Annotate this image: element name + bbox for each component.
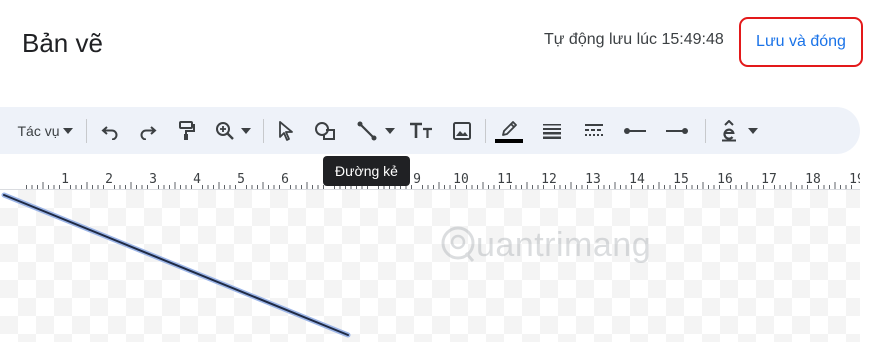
line-color-button[interactable]	[494, 116, 524, 146]
select-icon	[279, 121, 293, 141]
text-box-icon	[410, 122, 432, 138]
toolbar: Tác vụ	[0, 107, 860, 154]
drawing-canvas[interactable]	[0, 190, 860, 342]
line-tool-tooltip: Đường kẻ	[323, 156, 410, 186]
canvas-svg	[1, 192, 351, 338]
line-color-icon	[502, 121, 517, 136]
text-box-button[interactable]	[406, 116, 436, 146]
ruler-label: 13	[585, 172, 601, 187]
chevron-down-icon	[241, 128, 251, 134]
chevron-down-icon	[385, 128, 395, 134]
image-button[interactable]	[448, 116, 476, 146]
chevron-down-icon	[748, 128, 758, 134]
drawn-line[interactable]	[3, 194, 349, 336]
autosave-status: Tự động lưu lúc 15:49:48	[544, 31, 724, 48]
horizontal-ruler: 12345678910111213141516171819	[0, 166, 860, 190]
ruler-label: 4	[193, 172, 201, 187]
ruler-label: 12	[541, 172, 557, 187]
page-title: Bản vẽ	[22, 28, 103, 58]
paint-format-icon	[179, 121, 195, 140]
line-dash-button[interactable]	[580, 116, 608, 146]
shape-button[interactable]	[310, 116, 340, 146]
ruler-label: 17	[761, 172, 777, 187]
toolbar-separator	[263, 119, 264, 143]
zoom-icon	[216, 122, 234, 140]
actions-menu[interactable]: Tác vụ	[12, 116, 78, 146]
line-weight-button[interactable]	[538, 116, 566, 146]
actions-label: Tác vụ	[17, 123, 60, 139]
chevron-down-icon	[62, 128, 73, 134]
line-end-icon	[666, 128, 688, 134]
line-color-swatch	[495, 139, 523, 143]
shape-icon	[315, 122, 335, 140]
ruler-label: 18	[805, 172, 821, 187]
toolbar-separator	[86, 119, 87, 143]
ruler-label: 14	[629, 172, 645, 187]
undo-button[interactable]	[96, 116, 124, 146]
line-icon	[357, 121, 377, 141]
ruler-label: 16	[717, 172, 733, 187]
ruler-label: 9	[413, 172, 421, 187]
drawing-editor: Bản vẽ Tự động lưu lúc 15:49:48 Lưu và đ…	[0, 0, 871, 342]
line-start-button[interactable]	[620, 116, 650, 146]
ruler-label: 5	[237, 172, 245, 187]
ruler-label: 3	[149, 172, 157, 187]
image-icon	[453, 122, 471, 140]
edit-text-button[interactable]	[716, 116, 762, 146]
redo-button[interactable]	[134, 116, 162, 146]
ruler-label: 11	[497, 172, 513, 187]
ruler-label: 19	[849, 172, 860, 187]
line-weight-icon	[543, 124, 561, 139]
ruler-label: 1	[61, 172, 69, 187]
watermark-text: uantrimang	[476, 225, 652, 264]
ruler-label: 2	[105, 172, 113, 187]
line-dash-icon	[585, 124, 603, 136]
undo-icon	[101, 126, 118, 140]
line-start-icon	[624, 128, 646, 134]
watermark: uantrimang	[440, 225, 651, 265]
lightbulb-logo-icon	[441, 226, 475, 262]
line-end-button[interactable]	[662, 116, 692, 146]
redo-icon	[140, 126, 157, 140]
line-tool-button[interactable]	[352, 116, 400, 146]
ruler-label: 10	[453, 172, 469, 187]
zoom-button[interactable]	[210, 116, 256, 146]
edit-text-icon	[722, 120, 736, 142]
ruler-label: 15	[673, 172, 689, 187]
ruler-label: 6	[281, 172, 289, 187]
save-and-close-button[interactable]: Lưu và đóng	[739, 17, 863, 67]
toolbar-separator	[705, 119, 706, 143]
toolbar-separator	[485, 119, 486, 143]
select-button[interactable]	[272, 116, 300, 146]
paint-format-button[interactable]	[172, 116, 200, 146]
